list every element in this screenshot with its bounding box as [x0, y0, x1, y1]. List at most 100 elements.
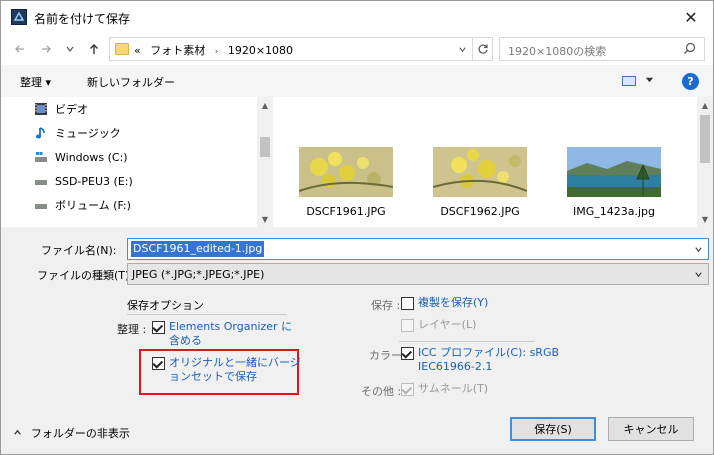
- version-set-label[interactable]: オリジナルと一緒にバージ ョンセットで保存: [169, 356, 301, 384]
- refresh-icon: [478, 44, 488, 54]
- folder-icon: [115, 43, 129, 55]
- breadcrumb-overflow[interactable]: «: [134, 44, 141, 57]
- thumbnail-image: [432, 147, 528, 197]
- filename-label: ファイル名(N):: [41, 244, 117, 257]
- scroll-up-icon[interactable]: ▲: [697, 97, 713, 113]
- help-icon[interactable]: ?: [682, 73, 699, 90]
- tree-item-label: ビデオ: [55, 103, 88, 116]
- navigation-pane: ビデオ ミュージック Windows (C:) SSD-PEU3 (E:) ボリ…: [1, 97, 273, 227]
- tree-item-drive-c[interactable]: Windows (C:): [1, 145, 259, 169]
- search-box[interactable]: 1920×1080の検索: [499, 37, 705, 61]
- close-button[interactable]: ✕: [669, 1, 713, 33]
- new-folder-button[interactable]: 新しいフォルダー: [87, 74, 175, 90]
- version-set-label-line2: ョンセットで保存: [169, 370, 257, 383]
- search-input[interactable]: 1920×1080の検索: [508, 43, 606, 59]
- chevron-up-icon: [13, 429, 25, 440]
- file-view-scrollbar[interactable]: ▲ ▼: [697, 97, 713, 227]
- thumbnail-label: サムネール(T): [418, 382, 489, 395]
- save-label: 保存 :: [371, 299, 401, 312]
- save-copy-label[interactable]: 複製を保存(Y): [418, 296, 488, 310]
- thumbnail-image: [298, 147, 394, 197]
- chevron-right-icon[interactable]: ›: [215, 47, 219, 57]
- music-icon: [36, 127, 45, 139]
- layers-label: レイヤー(L): [418, 318, 477, 331]
- divider: [127, 314, 287, 315]
- filetype-select[interactable]: JPEG (*.JPG;*.JPEG;*.JPE): [127, 263, 709, 285]
- save-as-dialog: 名前を付けて保存 ✕ « フォト素材 › 1920×1080 1920×1080…: [0, 0, 714, 455]
- caret-down-icon: [645, 77, 654, 83]
- thumbnail-checkbox[interactable]: [401, 383, 414, 396]
- filename-input[interactable]: DSCF1961_edited-1.jpg: [127, 238, 709, 260]
- layers-checkbox[interactable]: [401, 319, 414, 332]
- thumbnail-image: [567, 147, 661, 197]
- divider: [399, 341, 535, 342]
- file-item[interactable]: IMG_1423a.jpg: [559, 147, 669, 218]
- file-name-label: DSCF1961.JPG: [306, 205, 386, 218]
- tree-item-label: Windows (C:): [55, 150, 128, 164]
- address-bar[interactable]: « フォト素材 › 1920×1080: [109, 37, 493, 61]
- arrow-up-icon: [90, 44, 98, 54]
- filetype-dropdown-button[interactable]: [691, 264, 705, 284]
- scroll-thumb[interactable]: [260, 137, 270, 157]
- hide-folders-button[interactable]: フォルダーの非表示: [13, 425, 130, 441]
- windows-drive-icon: [35, 152, 47, 162]
- recent-locations-button[interactable]: [61, 40, 79, 58]
- elements-organizer-label[interactable]: Elements Organizer に 含める: [169, 320, 292, 348]
- tree-item-videos[interactable]: ビデオ: [1, 97, 259, 121]
- refresh-button[interactable]: [472, 38, 492, 60]
- breadcrumb-item-photo-material[interactable]: フォト素材: [150, 44, 205, 57]
- filename-value: DSCF1961_edited-1.jpg: [131, 241, 265, 257]
- file-name-label: DSCF1962.JPG: [440, 205, 520, 218]
- scroll-up-icon[interactable]: ▲: [257, 97, 273, 113]
- elements-organizer-label-line2: 含める: [169, 334, 202, 347]
- scroll-thumb[interactable]: [700, 115, 710, 163]
- breadcrumb: « フォト素材 › 1920×1080: [134, 42, 299, 58]
- arrow-left-icon: [15, 45, 24, 53]
- forward-button[interactable]: [37, 40, 55, 58]
- hide-folders-label: フォルダーの非表示: [30, 427, 130, 440]
- scroll-down-icon[interactable]: ▼: [257, 211, 273, 227]
- scroll-down-icon[interactable]: ▼: [697, 211, 713, 227]
- save-options-heading: 保存オプション: [127, 299, 204, 312]
- elements-organizer-checkbox[interactable]: [152, 321, 165, 334]
- up-button[interactable]: [85, 40, 103, 58]
- other-label: その他 :: [361, 385, 402, 398]
- drive-icon: [35, 204, 47, 209]
- tree-item-drive-e[interactable]: SSD-PEU3 (E:): [1, 169, 259, 193]
- icc-profile-checkbox[interactable]: [401, 347, 414, 360]
- photoshop-elements-icon: [11, 9, 27, 25]
- cancel-button[interactable]: キャンセル: [608, 417, 694, 441]
- version-set-checkbox[interactable]: [152, 357, 165, 370]
- breadcrumb-item-1920x1080[interactable]: 1920×1080: [228, 44, 293, 57]
- icc-profile-label[interactable]: ICC プロファイル(C): sRGB IEC61966-2.1: [418, 346, 559, 374]
- view-options-icon[interactable]: [622, 76, 636, 86]
- tree-item-label: SSD-PEU3 (E:): [55, 174, 133, 188]
- navigation-row: « フォト素材 › 1920×1080 1920×1080の検索: [1, 33, 713, 65]
- organize-menu-button[interactable]: 整理 ▾: [20, 74, 51, 90]
- close-icon: ✕: [684, 7, 698, 27]
- search-icon[interactable]: [683, 42, 696, 55]
- video-icon: [35, 103, 47, 115]
- title-bar: 名前を付けて保存 ✕: [1, 1, 713, 33]
- view-dropdown-button[interactable]: [645, 75, 654, 87]
- icc-profile-label-line2: IEC61966-2.1: [418, 360, 493, 373]
- icc-profile-label-line1: ICC プロファイル(C): sRGB: [418, 346, 560, 359]
- filename-dropdown-button[interactable]: [691, 239, 705, 259]
- navigation-pane-scrollbar[interactable]: ▲ ▼: [257, 97, 273, 227]
- version-set-label-line1: オリジナルと一緒にバージ: [169, 356, 301, 369]
- file-name-label: IMG_1423a.jpg: [572, 205, 655, 218]
- file-item[interactable]: DSCF1961.JPG: [291, 147, 401, 218]
- organize-label: 整理 :: [117, 323, 147, 336]
- chevron-down-icon: [458, 46, 466, 52]
- save-button[interactable]: 保存(S): [510, 417, 596, 441]
- save-copy-checkbox[interactable]: [401, 297, 414, 310]
- tree-item-music[interactable]: ミュージック: [1, 121, 259, 145]
- tree-item-drive-f[interactable]: ボリューム (F:): [1, 193, 259, 217]
- back-button[interactable]: [11, 40, 29, 58]
- file-item[interactable]: DSCF1962.JPG: [425, 147, 535, 218]
- dialog-title: 名前を付けて保存: [34, 12, 131, 26]
- address-dropdown-button[interactable]: [454, 38, 470, 60]
- file-view: DSCF1961.JPG DSCF1962.JPG IMG_1423a.jpg: [273, 97, 695, 227]
- filetype-label: ファイルの種類(T):: [37, 269, 134, 282]
- command-toolbar: 整理 ▾ 新しいフォルダー ?: [1, 65, 713, 97]
